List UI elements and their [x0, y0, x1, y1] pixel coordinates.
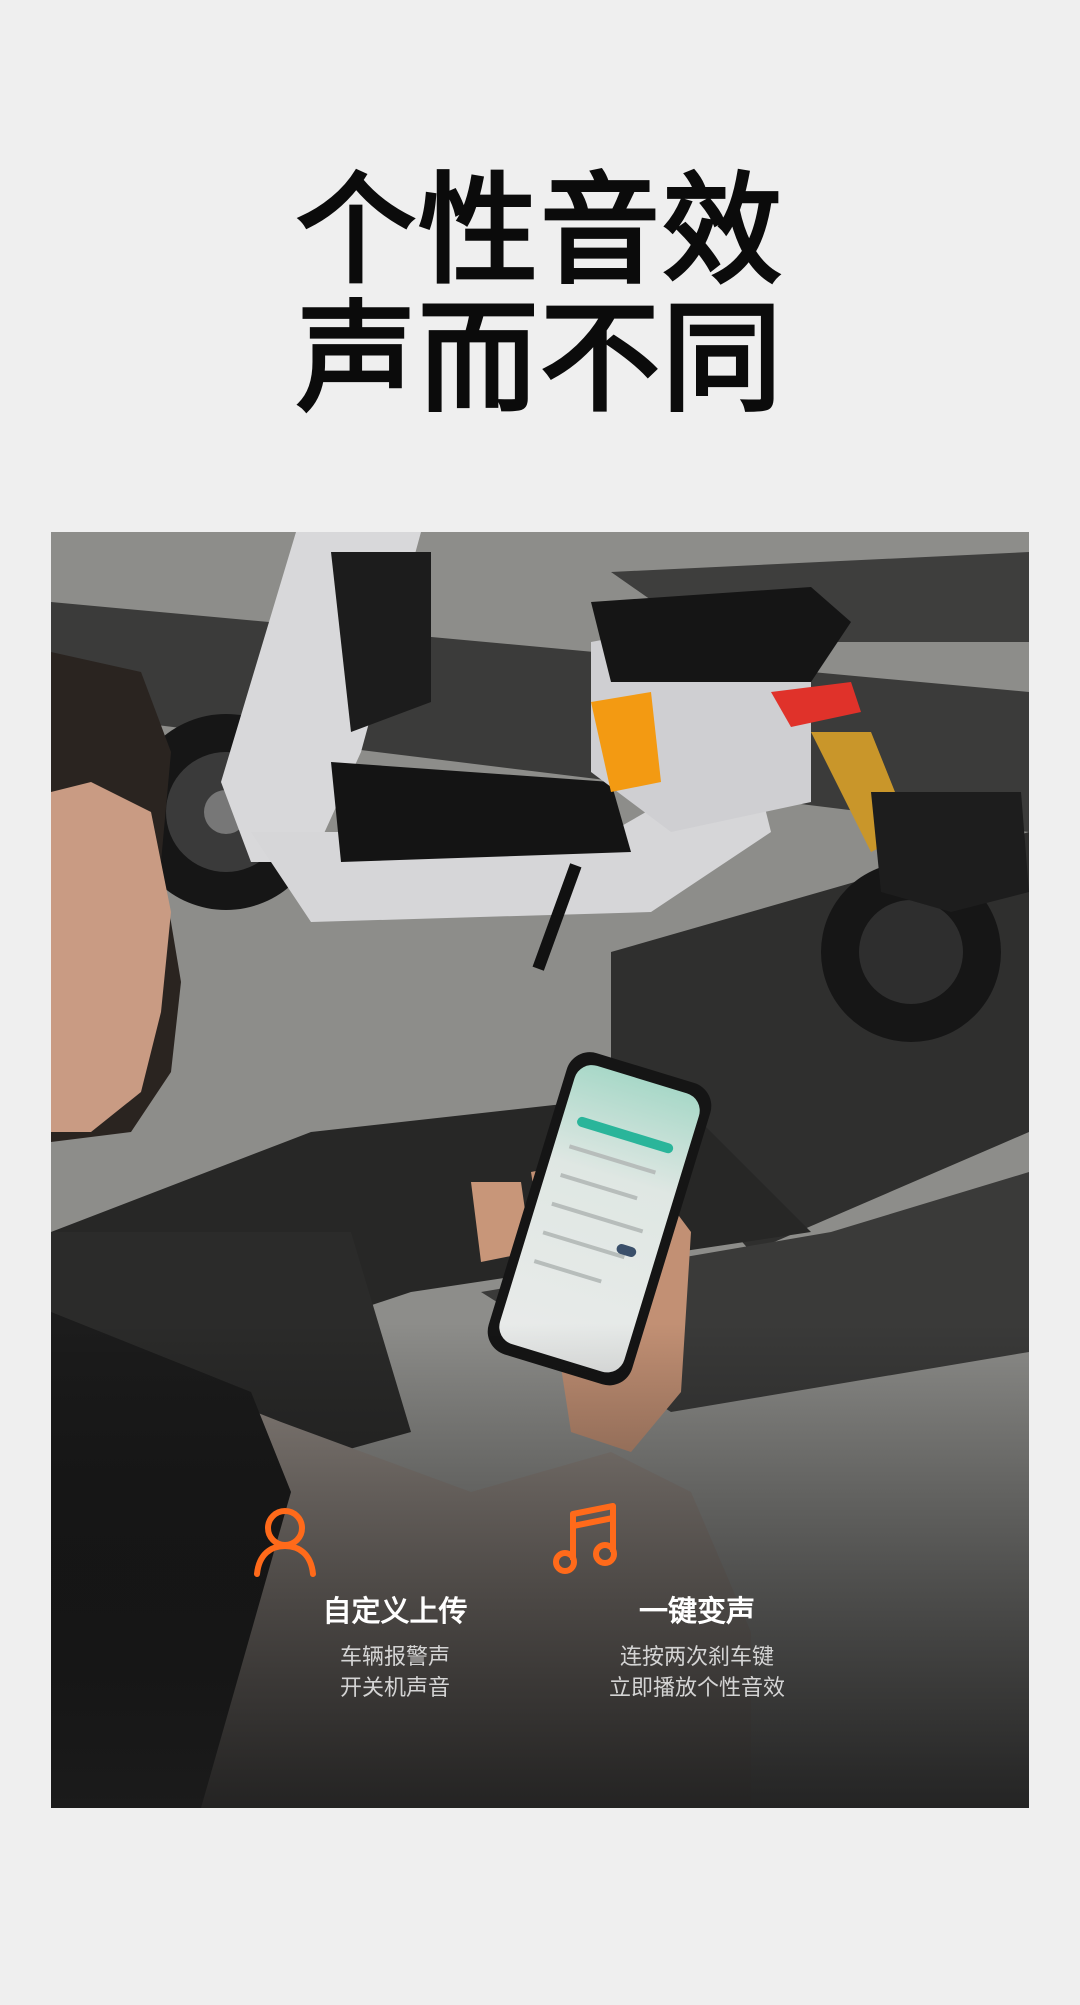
feature-desc-line-1: 车辆报警声 [339, 1645, 450, 1670]
feature-title: 自定义上传 [322, 1594, 468, 1628]
headline: 个性音效 声而不同 [0, 168, 1080, 424]
feature-custom-upload: 自定义上传 车辆报警声 开关机声音 [245, 1500, 545, 1704]
feature-title: 一键变声 [638, 1594, 755, 1628]
page: 个性音效 声而不同 自定义上传 车辆报警声 开关机声音 一键变声 连按两次刹车键… [0, 0, 1080, 2005]
feature-desc-line-1: 连按两次刹车键 [619, 1645, 774, 1670]
person-icon [254, 1500, 435, 1580]
headline-line-2: 声而不同 [296, 290, 784, 429]
feature-desc-line-2: 立即播放个性音效 [608, 1676, 785, 1701]
headline-line-1: 个性音效 [296, 162, 784, 301]
feature-one-tap-voice: 一键变声 连按两次刹车键 立即播放个性音效 [547, 1500, 847, 1704]
product-photo: 自定义上传 车辆报警声 开关机声音 一键变声 连按两次刹车键 立即播放个性音效 [51, 532, 1029, 1808]
music-note-icon [553, 1500, 737, 1580]
feature-desc-line-2: 开关机声音 [339, 1676, 450, 1701]
